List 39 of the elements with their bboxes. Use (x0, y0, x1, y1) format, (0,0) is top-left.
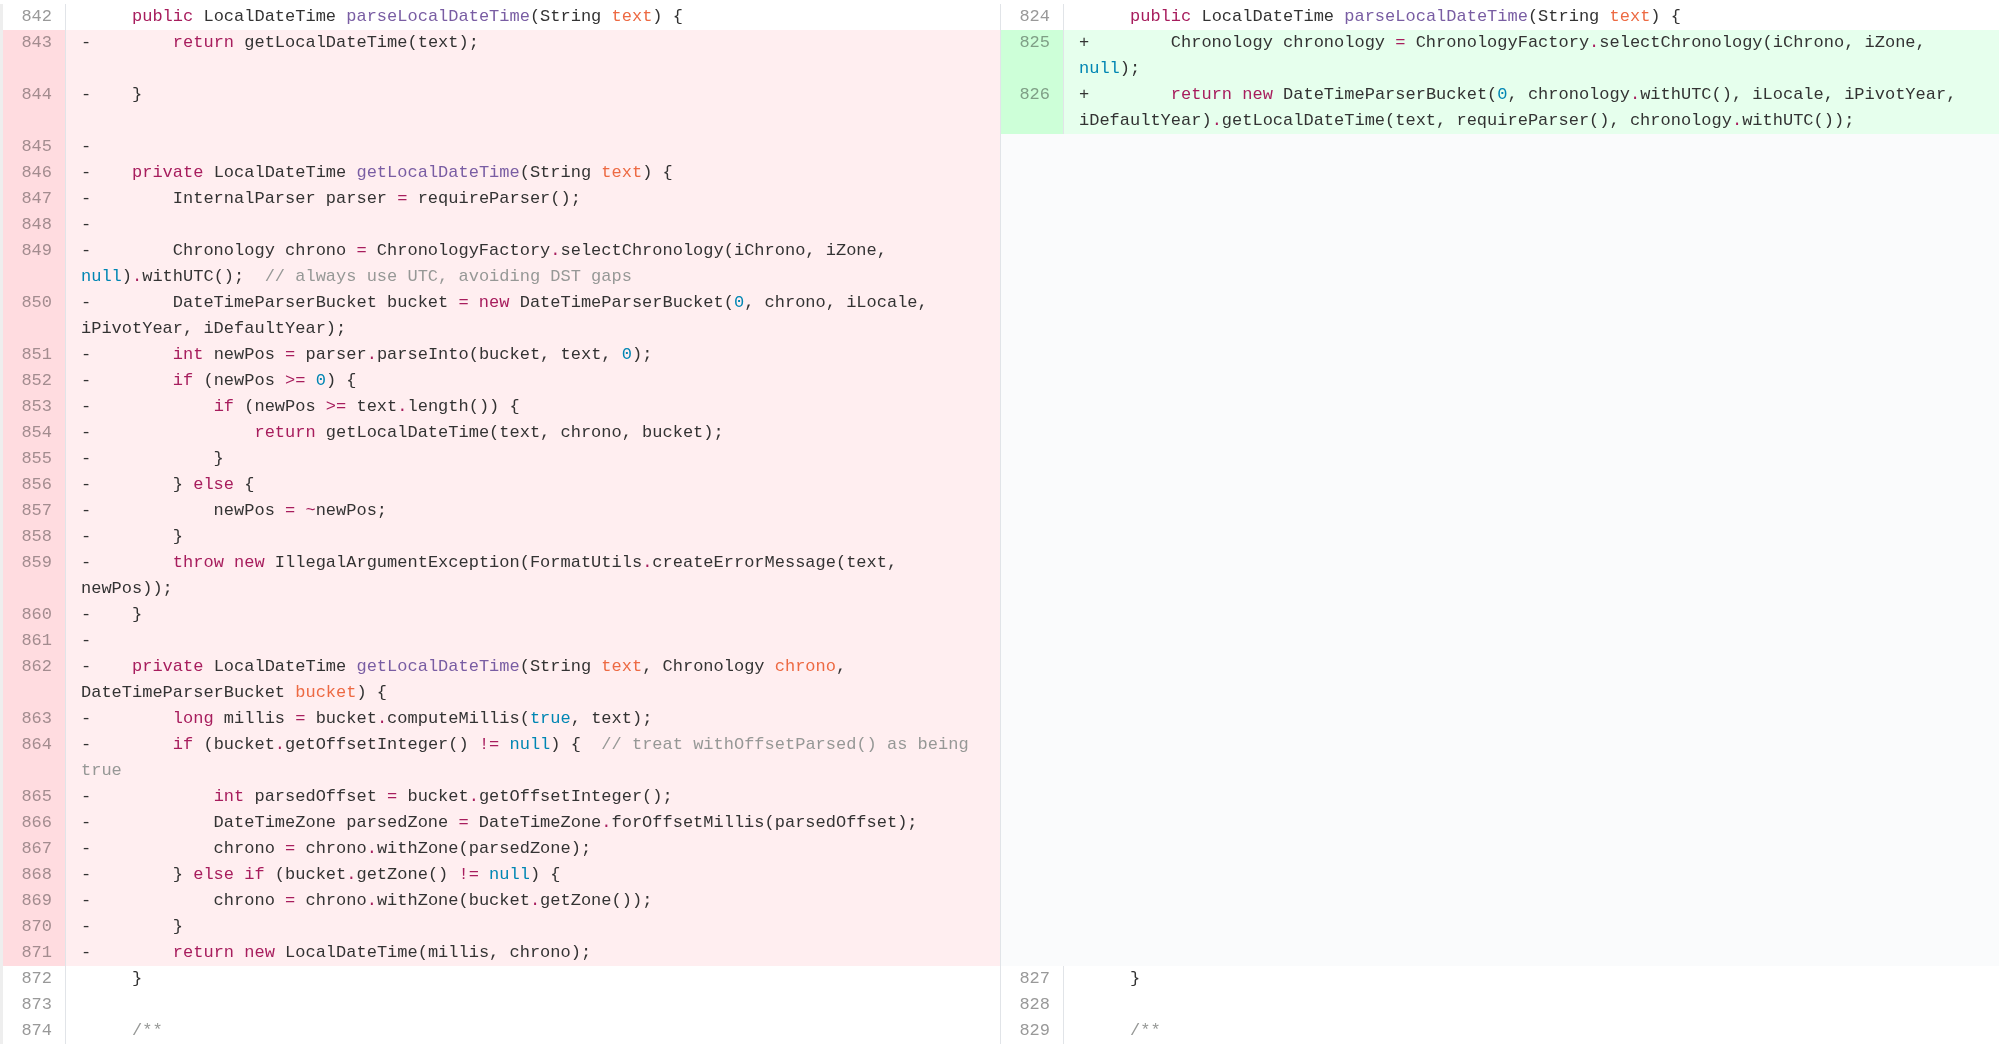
line-number: 874 (0, 1018, 66, 1044)
line-number: 864 (0, 732, 66, 784)
line-number: 853 (0, 394, 66, 420)
line-number: 872 (0, 966, 66, 992)
line-number: 870 (0, 914, 66, 940)
line-number: 869 (0, 888, 66, 914)
line-number: 851 (0, 342, 66, 368)
line-number: 843 (0, 30, 66, 82)
line-number: 867 (0, 836, 66, 862)
line-number: 863 (0, 706, 66, 732)
line-number: 860 (0, 602, 66, 628)
line-number: 873 (0, 992, 66, 1018)
line-number: 858 (0, 524, 66, 550)
line-number: 827 (1000, 966, 1064, 992)
line-number: 850 (0, 290, 66, 342)
line-number: 861 (0, 628, 66, 654)
line-number: 826 (1000, 82, 1064, 134)
line-number: 842 (0, 4, 66, 30)
line-number: 866 (0, 810, 66, 836)
line-number: 855 (0, 446, 66, 472)
line-number: 825 (1000, 30, 1064, 82)
line-number: 824 (1000, 4, 1064, 30)
line-number: 868 (0, 862, 66, 888)
line-number: 862 (0, 654, 66, 706)
line-number: 849 (0, 238, 66, 290)
line-number: 859 (0, 550, 66, 602)
line-number: 854 (0, 420, 66, 446)
line-number: 845 (0, 134, 66, 160)
line-number: 829 (1000, 1018, 1064, 1044)
line-number: 828 (1000, 992, 1064, 1018)
line-number: 847 (0, 186, 66, 212)
line-number: 865 (0, 784, 66, 810)
line-number: 871 (0, 940, 66, 966)
line-number: 848 (0, 212, 66, 238)
line-number: 844 (0, 82, 66, 134)
line-number: 856 (0, 472, 66, 498)
line-number: 852 (0, 368, 66, 394)
line-number: 857 (0, 498, 66, 524)
line-number: 846 (0, 160, 66, 186)
